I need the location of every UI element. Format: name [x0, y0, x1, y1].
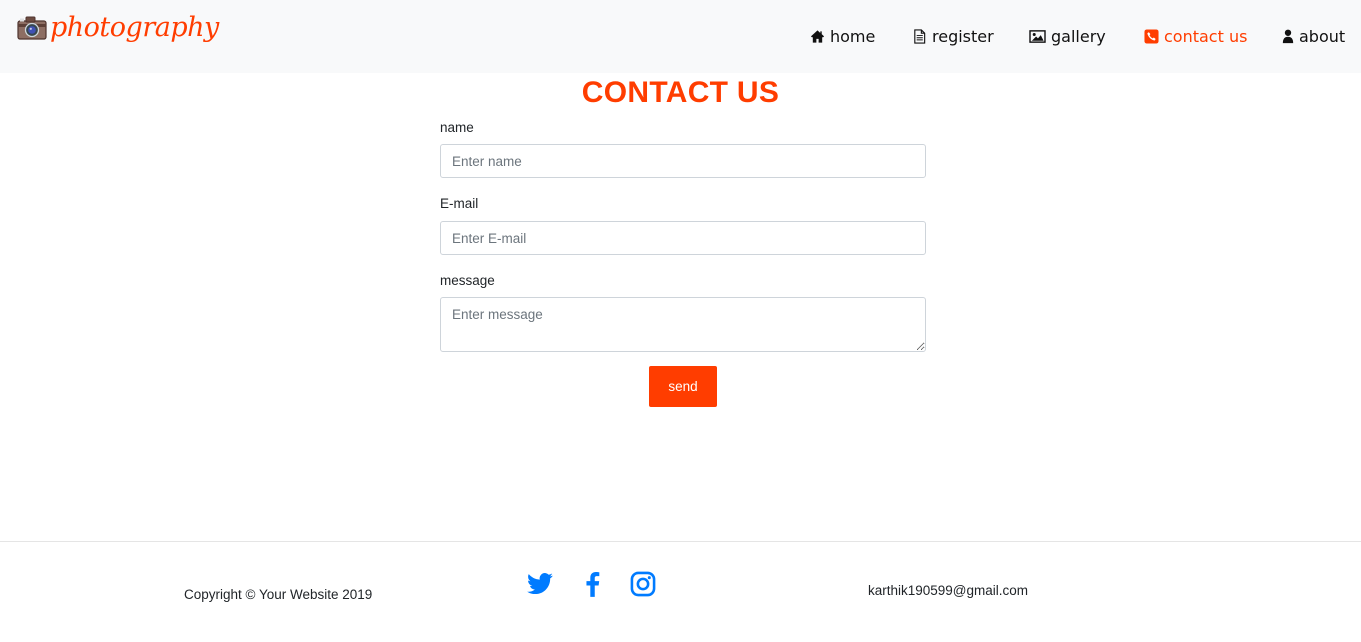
contact-email: karthik190599@gmail.com: [868, 583, 1029, 598]
nav-item-gallery[interactable]: gallery: [1029, 25, 1106, 47]
nav-label-gallery: gallery: [1051, 26, 1106, 46]
brand[interactable]: photography: [17, 14, 219, 41]
name-label: name: [440, 120, 474, 135]
nav-label-about: about: [1299, 26, 1346, 46]
footer: Copyright © Your Website 2019 karthik190…: [0, 541, 1361, 642]
name-input[interactable]: [440, 144, 926, 178]
nav-item-contact-us[interactable]: contact us: [1144, 25, 1247, 47]
page-title: CONTACT US: [581, 76, 780, 109]
facebook-icon[interactable]: [579, 570, 607, 598]
nav-label-register: register: [932, 26, 994, 46]
nav-item-register[interactable]: register: [912, 25, 994, 47]
message-label: message: [440, 273, 495, 288]
phone-icon: [1144, 28, 1159, 44]
nav-label-contact-us: contact us: [1164, 26, 1248, 46]
copyright-text: Copyright © Your Website 2019: [184, 587, 373, 602]
message-textarea[interactable]: [440, 297, 926, 352]
nav-item-home[interactable]: home: [810, 25, 875, 47]
home-icon: [810, 29, 825, 44]
brand-name: photography: [50, 12, 219, 43]
nav-item-about[interactable]: about: [1282, 25, 1345, 47]
user-icon: [1282, 29, 1294, 44]
instagram-icon[interactable]: [629, 570, 657, 598]
email-input[interactable]: [440, 221, 926, 255]
camera-icon: [17, 16, 47, 40]
twitter-icon[interactable]: [526, 570, 554, 598]
document-icon: [912, 28, 927, 44]
send-button[interactable]: send: [649, 366, 717, 407]
image-icon: [1029, 29, 1046, 44]
email-label: E-mail: [440, 196, 479, 211]
navbar: photography home register gallery contac…: [0, 0, 1361, 73]
nav-label-home: home: [830, 26, 876, 46]
